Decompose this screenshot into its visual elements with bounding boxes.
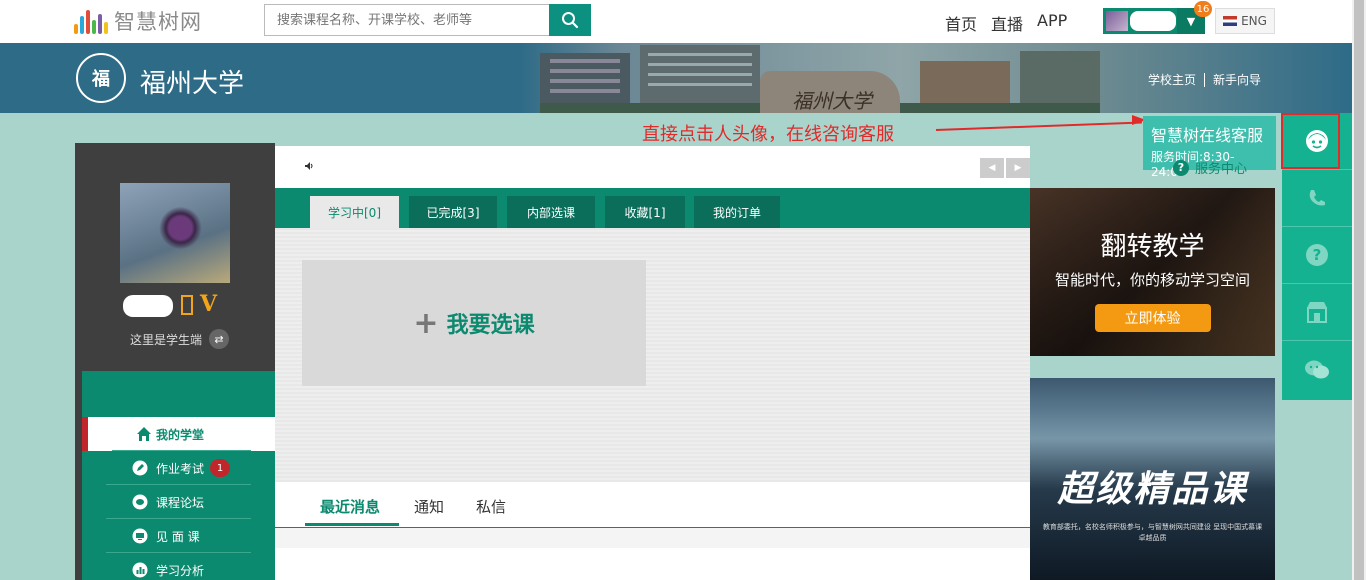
username-redacted [123, 295, 173, 317]
uk-flag-icon [1223, 16, 1238, 26]
highlight-box [1281, 113, 1340, 169]
help-button[interactable]: ? [1282, 227, 1352, 284]
sidebar-item-label: 课程论坛 [156, 495, 205, 510]
announcement-bar [275, 146, 1030, 188]
help-center-label: 服务中心 [1195, 162, 1248, 177]
wechat-icon [1305, 360, 1329, 378]
main-nav: 首页 直播 APP [945, 11, 1067, 35]
help-center-link[interactable]: ? 服务中心 [1173, 158, 1247, 177]
search-icon [562, 12, 579, 29]
search-button[interactable] [549, 4, 591, 36]
ad1-subtitle: 智能时代，你的移动学习空间 [1054, 271, 1250, 289]
flipped-class-ad[interactable]: 翻转教学 智能时代，你的移动学习空间 立即体验 [1030, 188, 1275, 356]
sidebar-green-block [82, 371, 275, 417]
sidebar-item-homework[interactable]: 作业考试 1 [82, 451, 275, 485]
annotation-arrow-line [935, 121, 1142, 131]
chart-icon [132, 562, 148, 578]
tab-notifications[interactable]: 通知 [414, 496, 444, 517]
switch-role-icon[interactable]: ⇄ [209, 329, 229, 349]
tab-studying[interactable]: 学习中[0] [310, 196, 399, 228]
try-now-button[interactable]: 立即体验 [1094, 304, 1211, 332]
svg-text:?: ? [1313, 246, 1322, 264]
home-icon [136, 426, 152, 442]
annotation-text: 直接点击人头像，在线咨询客服 [642, 124, 894, 145]
select-course-label: 我要选课 [446, 313, 535, 338]
nav-home[interactable]: 首页 [945, 11, 977, 35]
school-homepage-link[interactable]: 学校主页 [1148, 71, 1196, 88]
avatar[interactable] [1106, 11, 1128, 31]
ad2-title: 超级精品课 [1057, 469, 1248, 510]
pencil-icon [132, 460, 148, 476]
announcement-pager: ◀ ▶ [980, 158, 1030, 178]
sidebar-item-my-classroom[interactable]: 我的学堂 [82, 417, 275, 451]
speaker-icon [305, 162, 313, 170]
university-banner: 福州大学 福 福州大学 学校主页 新手向导 [0, 43, 1352, 113]
role-text: 这里是学生端 [130, 333, 203, 347]
logo-text: 智慧树网 [114, 10, 202, 34]
wechat-button[interactable] [1282, 341, 1352, 398]
user-menu[interactable]: ▼ [1103, 8, 1205, 34]
top-navbar: 智慧树网 首页 直播 APP ▼ 16 ENG [0, 0, 1352, 43]
beginner-guide-link[interactable]: 新手向导 [1213, 71, 1261, 88]
sidebar-item-label: 学习分析 [156, 563, 205, 578]
message-list [275, 528, 1030, 580]
sidebar-menu: 我的学堂 作业考试 1 课程论坛 见 面 课 学习分析 [82, 417, 275, 580]
notification-badge[interactable]: 16 [1194, 1, 1212, 17]
tab-favorites[interactable]: 收藏[1] [605, 196, 685, 228]
logo-bars-icon [74, 8, 108, 34]
profile-avatar[interactable] [120, 183, 230, 283]
phone-button[interactable] [1282, 170, 1352, 227]
nav-app[interactable]: APP [1037, 11, 1067, 35]
university-seal[interactable]: 福 [76, 53, 126, 103]
tab-completed[interactable]: 已完成[3] [409, 196, 497, 228]
store-icon [1307, 302, 1327, 323]
chat-icon [132, 494, 148, 510]
tab-recent-messages[interactable]: 最近消息 [320, 496, 380, 517]
ad1-title: 翻转教学 [1100, 232, 1205, 262]
tab-internal-selection[interactable]: 内部选课 [507, 196, 595, 228]
scrollbar-thumb[interactable] [1354, 0, 1364, 580]
plus-icon: + [413, 305, 439, 341]
select-course-button[interactable]: + 我要选课 [302, 260, 646, 386]
banner-links: 学校主页 新手向导 [1148, 71, 1261, 88]
sidebar-item-analysis[interactable]: 学习分析 [82, 553, 275, 580]
premium-course-ad[interactable]: 超级精品课 教育部委托，名校名师积极参与，与智慧树网共同建设 呈现中国式慕课卓越… [1030, 378, 1275, 580]
sidebar-item-label: 见 面 课 [156, 529, 200, 544]
university-name[interactable]: 福州大学 [140, 63, 244, 100]
ad2-subtitle: 教育部委托，名校名师积极参与，与智慧树网共同建设 呈现中国式慕课卓越品质 [1042, 523, 1263, 542]
username-redacted [1130, 11, 1176, 31]
sidebar-item-meeting-class[interactable]: 见 面 课 [82, 519, 275, 553]
rock-inscription: 福州大学 [792, 89, 872, 113]
site-logo[interactable]: 智慧树网 [74, 6, 202, 36]
left-sidebar: V 这里是学生端 ⇄ 我的学堂 作业考试 1 课程论坛 见 面 课 学习分析 [75, 143, 275, 580]
question-circle-icon: ? [1306, 244, 1328, 266]
course-tabbar: 学习中[0] 已完成[3] 内部选课 收藏[1] 我的订单 [275, 188, 1030, 228]
nav-live[interactable]: 直播 [991, 11, 1023, 35]
screen-icon [132, 528, 148, 544]
page-scrollbar[interactable] [1352, 0, 1366, 580]
sidebar-item-label: 我的学堂 [156, 427, 205, 442]
vip-mark: V [200, 291, 218, 317]
search-bar [264, 4, 591, 36]
search-input[interactable] [264, 4, 549, 36]
phone-icon [1309, 190, 1325, 206]
tab-my-orders[interactable]: 我的订单 [694, 196, 780, 228]
language-switch[interactable]: ENG [1215, 8, 1275, 34]
homework-badge: 1 [210, 459, 231, 477]
tab-private-messages[interactable]: 私信 [476, 496, 506, 517]
app-button[interactable] [1282, 284, 1352, 341]
language-label: ENG [1241, 14, 1267, 28]
question-icon: ? [1173, 159, 1189, 176]
prev-arrow-icon[interactable]: ◀ [980, 158, 1004, 178]
sidebar-item-forum[interactable]: 课程论坛 [82, 485, 275, 519]
mobile-icon [181, 295, 193, 315]
sidebar-item-label: 作业考试 [156, 461, 205, 476]
message-tabs: 最近消息 通知 私信 [275, 482, 1030, 528]
divider [1204, 72, 1206, 87]
next-arrow-icon[interactable]: ▶ [1006, 158, 1030, 178]
active-tab-underline [305, 523, 399, 526]
cs-title: 智慧树在线客服 [1151, 126, 1264, 145]
